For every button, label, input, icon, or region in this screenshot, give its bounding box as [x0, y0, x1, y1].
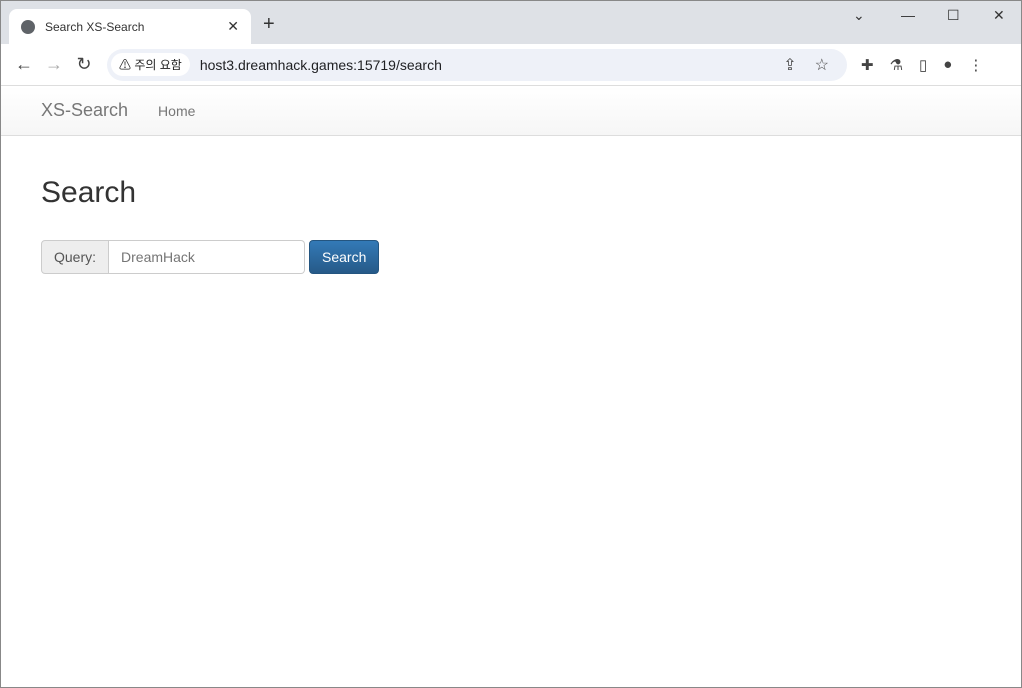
tab-bar: Search XS-Search ✕ + ⌄ — ☐ ✕	[1, 1, 1021, 44]
new-tab-button[interactable]: +	[263, 13, 275, 36]
browser-toolbar: ← → ↻ ⚠ 주의 요함 host3.dreamhack.games:1571…	[1, 44, 1021, 86]
security-warning[interactable]: ⚠ 주의 요함	[111, 53, 190, 76]
close-window-button[interactable]: ✕	[993, 7, 1005, 24]
share-icon[interactable]: ⇪	[783, 55, 796, 75]
forward-button[interactable]: →	[39, 54, 69, 75]
tab-title: Search XS-Search	[45, 19, 145, 34]
search-form: Query: Search	[41, 240, 981, 274]
extensions-icon[interactable]: ✚	[861, 56, 874, 74]
site-navbar: XS-Search Home	[1, 86, 1021, 136]
page-title: Search	[41, 176, 137, 209]
url-text[interactable]: host3.dreamhack.games:15719/search	[200, 57, 442, 73]
query-input[interactable]	[109, 240, 306, 274]
minimize-button[interactable]: —	[901, 7, 915, 23]
close-tab-icon[interactable]: ✕	[227, 18, 239, 35]
tab-search-icon[interactable]: ⌄	[853, 7, 865, 24]
reload-button[interactable]: ↻	[69, 54, 99, 75]
address-bar[interactable]: ⚠ 주의 요함 host3.dreamhack.games:15719/sear…	[107, 48, 847, 81]
maximize-button[interactable]: ☐	[947, 7, 960, 24]
back-button[interactable]: ←	[9, 54, 39, 75]
labs-icon[interactable]: ⚗	[890, 56, 903, 74]
home-link[interactable]: Home	[158, 103, 195, 119]
search-button[interactable]: Search	[309, 240, 380, 274]
star-icon[interactable]: ☆	[815, 55, 829, 75]
globe-icon	[21, 19, 35, 34]
brand-link[interactable]: XS-Search	[41, 100, 128, 121]
query-label: Query:	[41, 240, 110, 274]
profile-icon[interactable]: ●	[943, 56, 952, 74]
menu-icon[interactable]: ⋮	[968, 56, 983, 74]
browser-tab[interactable]: Search XS-Search ✕	[9, 9, 251, 44]
side-panel-icon[interactable]: ▯	[919, 56, 927, 74]
